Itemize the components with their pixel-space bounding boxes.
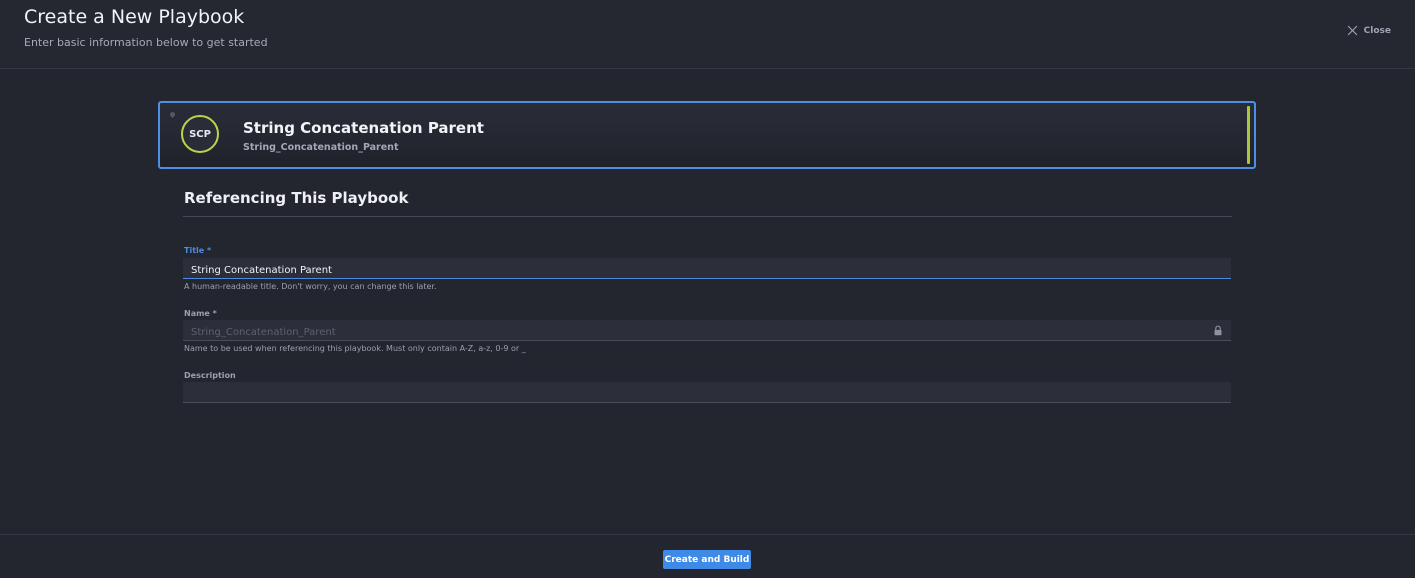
create-playbook-modal: Create a New Playbook Enter basic inform… [0, 0, 1415, 578]
playbook-card[interactable]: SCP String Concatenation Parent String_C… [158, 101, 1256, 169]
name-field-label: Name * [184, 309, 217, 318]
modal-footer: Create and Build [0, 534, 1415, 578]
playbook-avatar: SCP [181, 115, 219, 153]
page-subtitle: Enter basic information below to get sta… [24, 36, 268, 49]
name-field [183, 320, 1231, 343]
section-divider [183, 216, 1232, 217]
description-field[interactable] [183, 382, 1231, 405]
title-field-hint: A human-readable title. Don't worry, you… [184, 282, 437, 291]
status-accent-bar [1247, 106, 1250, 164]
title-field-label: Title * [184, 246, 212, 255]
name-field-hint: Name to be used when referencing this pl… [184, 344, 526, 353]
title-field[interactable] [183, 258, 1231, 281]
name-input [183, 322, 1231, 343]
description-field-label: Description [184, 371, 236, 380]
description-input[interactable] [183, 384, 1231, 405]
close-icon [1347, 25, 1357, 36]
section-title: Referencing This Playbook [184, 189, 409, 207]
close-button[interactable]: Close [1347, 25, 1391, 36]
title-input[interactable] [183, 260, 1231, 281]
page-title: Create a New Playbook [24, 6, 245, 28]
modal-header: Create a New Playbook Enter basic inform… [0, 0, 1415, 69]
playbook-slug: String_Concatenation_Parent [243, 142, 399, 153]
lock-icon [1214, 325, 1222, 336]
close-label: Close [1363, 25, 1391, 36]
drag-handle-icon [168, 110, 177, 119]
playbook-name: String Concatenation Parent [243, 119, 484, 137]
create-and-build-button[interactable]: Create and Build [663, 550, 751, 569]
